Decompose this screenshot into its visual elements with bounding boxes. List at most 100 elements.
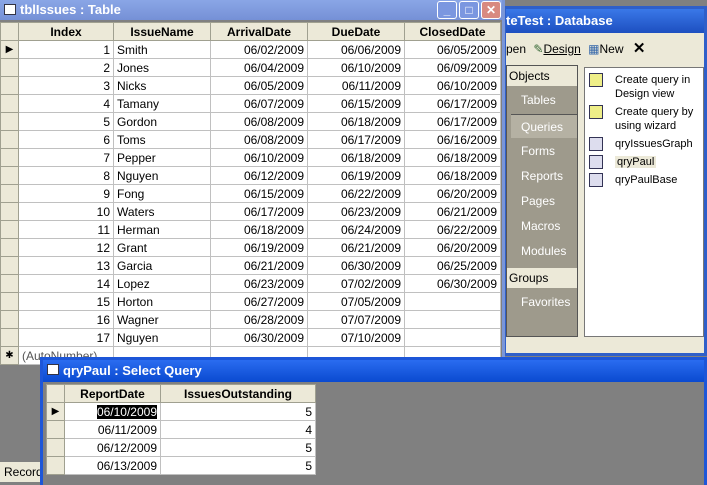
cell[interactable]: Garcia [113,256,211,275]
cell[interactable]: 07/07/2009 [307,310,405,329]
cell[interactable]: Fong [113,184,211,203]
table-row[interactable]: 8 Nguyen 06/12/2009 06/19/2009 06/18/2009 [0,166,501,185]
object-tables[interactable]: Tables [511,88,577,112]
row-selector[interactable] [0,94,19,113]
cell[interactable]: 06/22/2009 [404,220,501,239]
cell[interactable]: Gordon [113,112,211,131]
cell[interactable]: 06/10/2009 [210,148,308,167]
cell[interactable]: 06/17/2009 [404,112,501,131]
table-row[interactable]: 10 Waters 06/17/2009 06/23/2009 06/21/2009 [0,202,501,221]
cell[interactable]: 06/19/2009 [210,238,308,257]
column-header[interactable]: ArrivalDate [210,22,308,41]
cell[interactable]: 06/02/2009 [210,40,308,59]
row-selector[interactable] [0,310,19,329]
table-row[interactable]: 2 Jones 06/04/2009 06/10/2009 06/09/2009 [0,58,501,77]
table-row[interactable]: 17 Nguyen 06/30/2009 07/10/2009 [0,328,501,347]
cell[interactable]: 8 [18,166,114,185]
new-button[interactable]: ▦New [588,42,623,56]
cell[interactable]: 06/12/2009 [64,438,161,457]
cell[interactable]: 06/19/2009 [307,166,405,185]
table-row[interactable]: 9 Fong 06/15/2009 06/22/2009 06/20/2009 [0,184,501,203]
cell[interactable]: 06/15/2009 [307,94,405,113]
row-selector[interactable] [46,456,65,475]
list-item-selected[interactable]: qryPaul [589,155,701,169]
cell[interactable]: 06/17/2009 [404,94,501,113]
cell[interactable]: 06/10/2009 [307,58,405,77]
cell[interactable]: 06/18/2009 [404,148,501,167]
cell[interactable]: 06/11/2009 [307,76,405,95]
cell[interactable]: 11 [18,220,114,239]
cell[interactable]: 06/18/2009 [307,148,405,167]
query-row[interactable]: 06/12/2009 5 [46,438,316,457]
object-forms[interactable]: Forms [511,139,577,163]
cell[interactable]: 06/13/2009 [64,456,161,475]
table-row[interactable]: ▶ 1 Smith 06/02/2009 06/06/2009 06/05/2009 [0,40,501,59]
cell[interactable]: 07/10/2009 [307,328,405,347]
cell[interactable]: 06/10/2009 [64,402,161,421]
cell[interactable]: 06/20/2009 [404,238,501,257]
column-header[interactable]: IssueName [113,22,211,41]
query-row[interactable]: 06/13/2009 5 [46,456,316,475]
object-reports[interactable]: Reports [511,164,577,188]
column-header[interactable]: ClosedDate [404,22,501,41]
row-selector[interactable] [0,292,19,311]
row-selector[interactable] [0,112,19,131]
cell[interactable]: Grant [113,238,211,257]
cell[interactable]: Wagner [113,310,211,329]
cell[interactable]: 06/08/2009 [210,130,308,149]
cell[interactable]: 06/21/2009 [404,202,501,221]
row-selector[interactable] [0,274,19,293]
cell[interactable]: 2 [18,58,114,77]
cell[interactable]: 06/25/2009 [404,256,501,275]
cell[interactable]: Tamany [113,94,211,113]
cell[interactable]: Toms [113,130,211,149]
corner-selector[interactable] [46,384,65,403]
cell[interactable]: Nicks [113,76,211,95]
cell[interactable]: 06/18/2009 [307,112,405,131]
table-row[interactable]: 3 Nicks 06/05/2009 06/11/2009 06/10/2009 [0,76,501,95]
objects-header[interactable]: Objects [507,66,577,86]
cell[interactable]: 06/24/2009 [307,220,405,239]
cell[interactable]: Nguyen [113,328,211,347]
table-row[interactable]: 13 Garcia 06/21/2009 06/30/2009 06/25/2009 [0,256,501,275]
table-row[interactable]: 12 Grant 06/19/2009 06/21/2009 06/20/2009 [0,238,501,257]
cell[interactable] [404,310,501,329]
cell[interactable]: 3 [18,76,114,95]
object-queries[interactable]: Queries [511,114,577,138]
cell[interactable]: 06/23/2009 [210,274,308,293]
minimize-button[interactable]: _ [437,1,457,19]
table-row[interactable]: 14 Lopez 06/23/2009 07/02/2009 06/30/2009 [0,274,501,293]
cell[interactable]: 06/04/2009 [210,58,308,77]
cell[interactable]: 5 [160,456,316,475]
row-selector[interactable] [0,220,19,239]
cell[interactable]: 5 [160,438,316,457]
list-item[interactable]: Create query by using wizard [589,105,701,133]
object-pages[interactable]: Pages [511,189,577,213]
table-row[interactable]: 4 Tamany 06/07/2009 06/15/2009 06/17/2009 [0,94,501,113]
table-row[interactable]: 7 Pepper 06/10/2009 06/18/2009 06/18/2009 [0,148,501,167]
table-row[interactable]: 16 Wagner 06/28/2009 07/07/2009 [0,310,501,329]
row-selector[interactable] [0,130,19,149]
row-selector[interactable]: ▶ [46,402,65,421]
cell[interactable]: 07/05/2009 [307,292,405,311]
cell[interactable]: 6 [18,130,114,149]
cell[interactable]: Lopez [113,274,211,293]
cell[interactable]: Nguyen [113,166,211,185]
cell[interactable]: Pepper [113,148,211,167]
close-button[interactable]: ✕ [481,1,501,19]
cell[interactable]: 06/05/2009 [404,40,501,59]
cell[interactable]: 06/21/2009 [307,238,405,257]
column-header[interactable]: Index [18,22,114,41]
row-selector[interactable] [0,256,19,275]
groups-header[interactable]: Groups [507,268,577,288]
cell[interactable]: 06/21/2009 [210,256,308,275]
cell[interactable]: 06/16/2009 [404,130,501,149]
cell[interactable]: 06/11/2009 [64,420,161,439]
object-macros[interactable]: Macros [511,214,577,238]
cell[interactable]: 5 [160,402,316,421]
cell[interactable]: 06/12/2009 [210,166,308,185]
cell[interactable]: 06/30/2009 [210,328,308,347]
cell[interactable]: 06/10/2009 [404,76,501,95]
cell[interactable]: 06/17/2009 [307,130,405,149]
cell[interactable]: 9 [18,184,114,203]
